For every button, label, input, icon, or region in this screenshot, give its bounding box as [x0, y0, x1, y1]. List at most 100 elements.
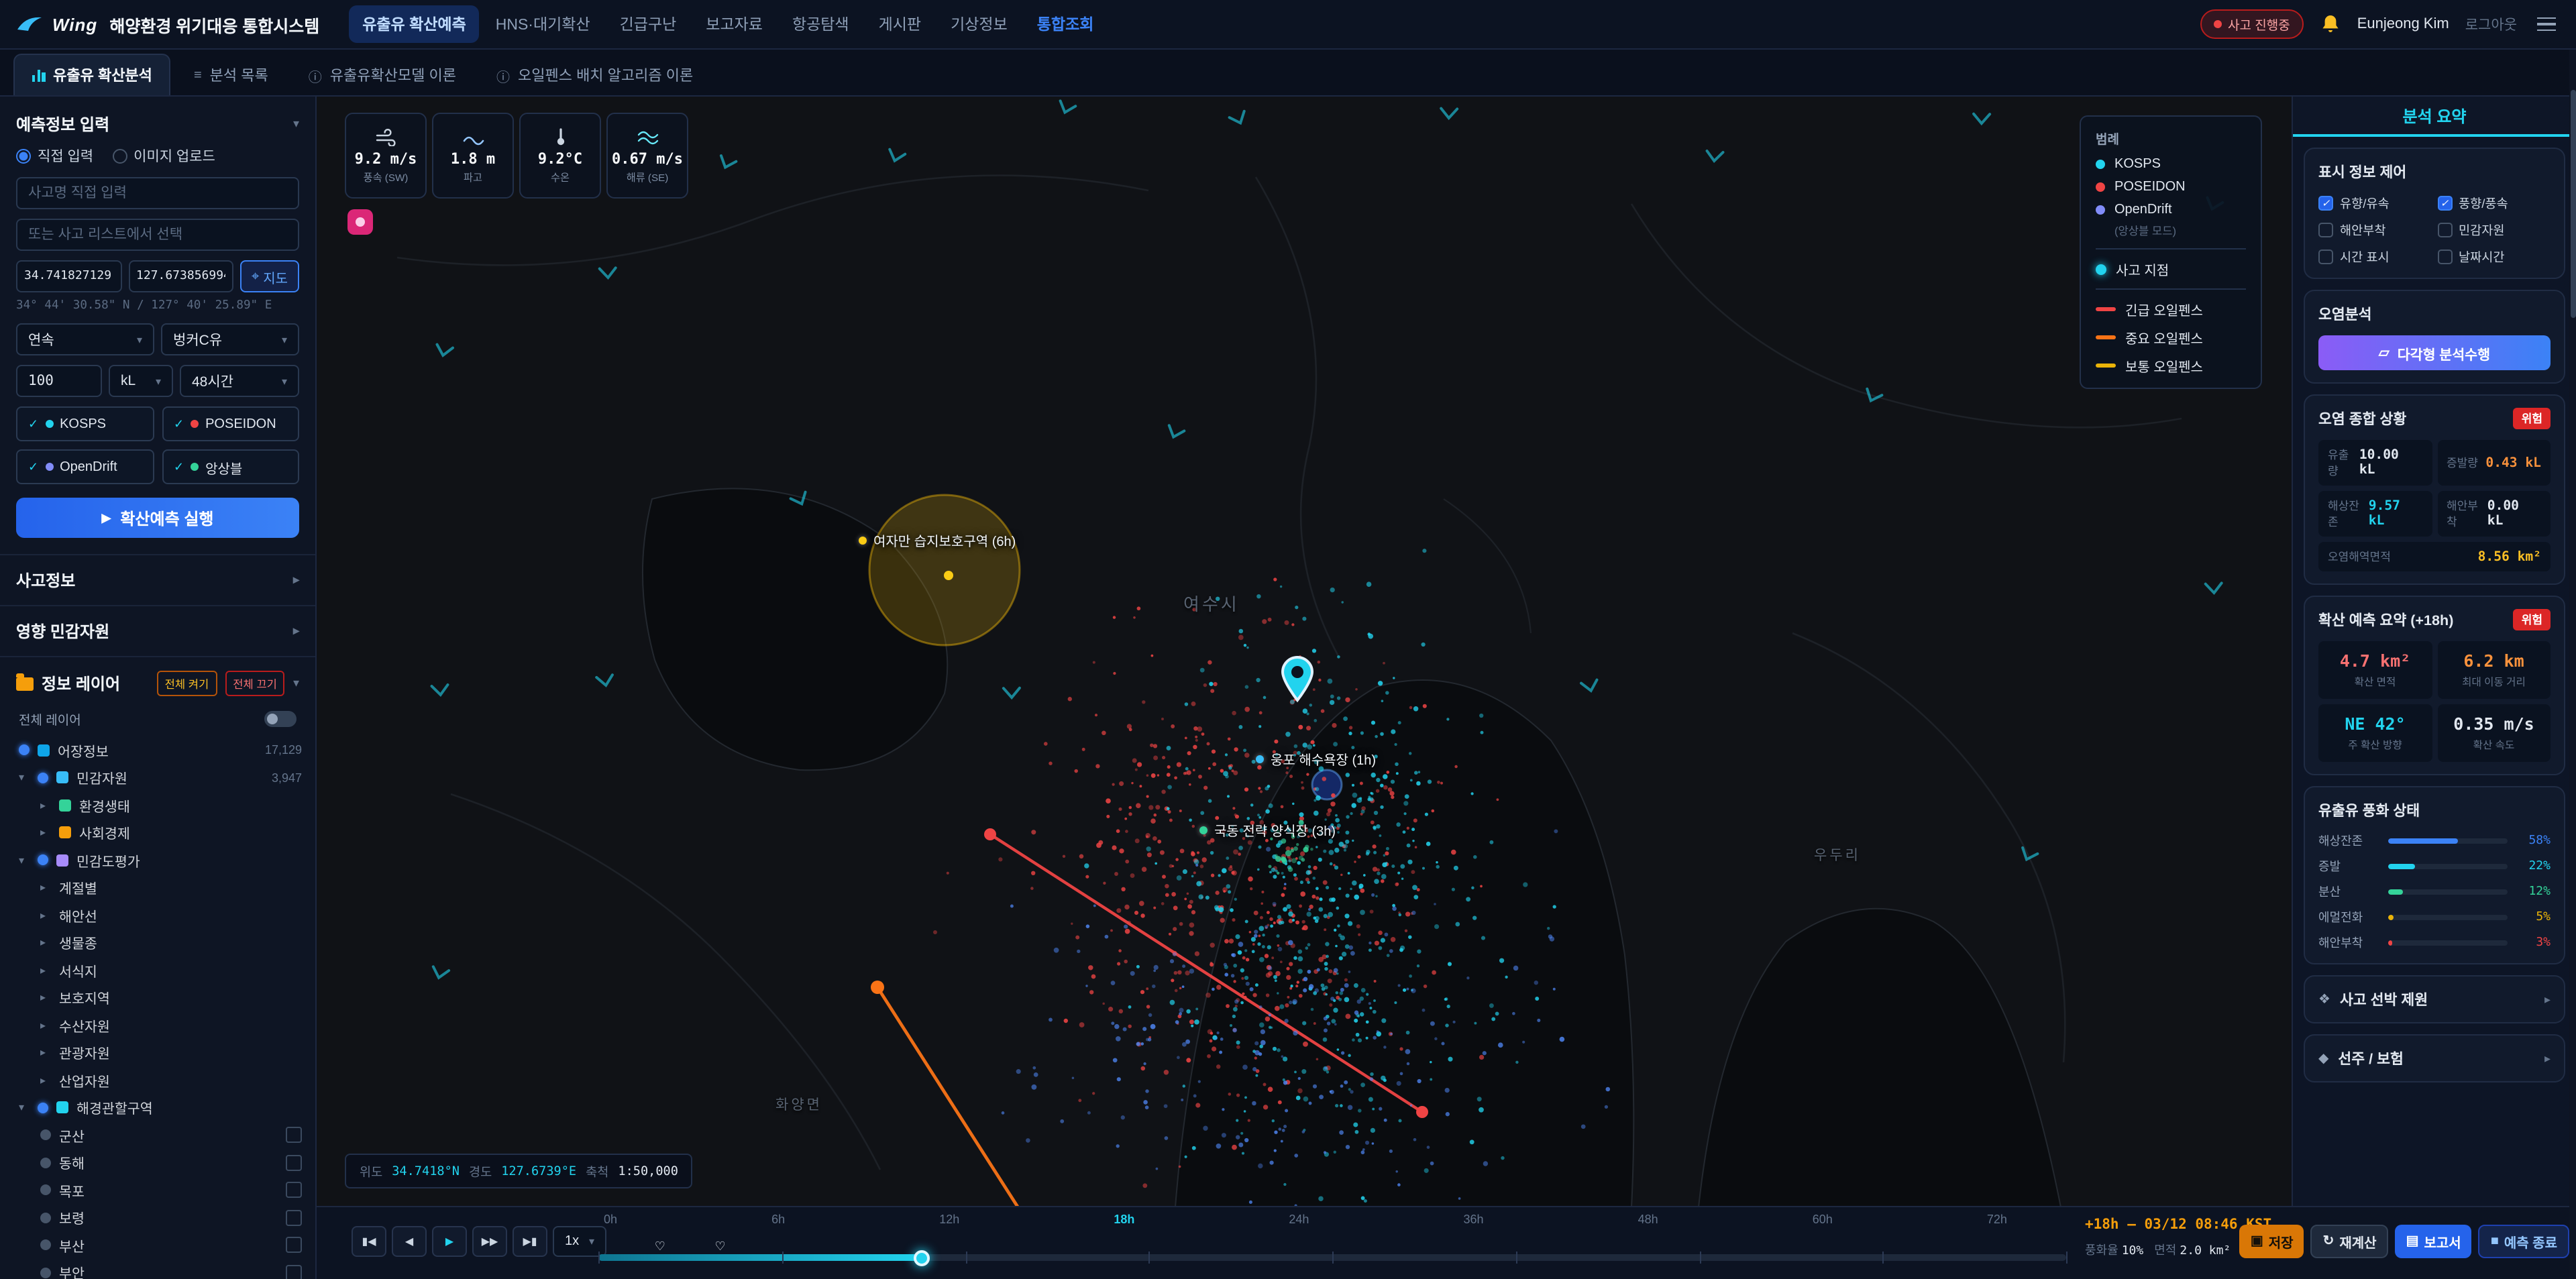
- end-forecast-button[interactable]: ■ 예측 종료: [2478, 1225, 2569, 1258]
- nav-item-aerial-search[interactable]: 항공탐색: [779, 5, 863, 43]
- model-chip-kosps[interactable]: ✓ KOSPS: [16, 406, 154, 441]
- checkbox-sensitive[interactable]: 민감자원: [2437, 220, 2551, 239]
- layer-on-dot[interactable]: [38, 1102, 48, 1113]
- layer-row-eco[interactable]: ▸ 환경생태: [13, 791, 302, 819]
- layer-row-busan[interactable]: 부산: [13, 1231, 302, 1259]
- layer-row-tour-resources[interactable]: ▸ 관광자원: [13, 1039, 302, 1066]
- layer-off-dot[interactable]: [40, 1157, 51, 1168]
- spill-type-select[interactable]: 연속 ▾: [16, 323, 154, 355]
- layer-off-dot[interactable]: [40, 1212, 51, 1223]
- all-layers-toggle[interactable]: [264, 711, 297, 727]
- nav-item-oil-spill-forecast[interactable]: 유출유 확산예측: [349, 5, 480, 43]
- forecast-input-header[interactable]: 예측정보 입력 ▾: [16, 107, 299, 146]
- radio-image-upload[interactable]: 이미지 업로드: [112, 146, 215, 166]
- layer-off-dot[interactable]: [40, 1267, 51, 1278]
- nav-item-hns[interactable]: HNS·대기확산: [482, 5, 604, 43]
- skip-end-button[interactable]: ▶▮: [513, 1226, 547, 1257]
- panel-title[interactable]: 분석 요약: [2293, 97, 2576, 137]
- page-scrollbar[interactable]: [2569, 50, 2576, 1279]
- pick-on-map-button[interactable]: ⌖ 지도: [240, 260, 299, 292]
- latitude-input[interactable]: [16, 260, 121, 292]
- section-impact-resources[interactable]: 영향 민감자원 ▸: [0, 606, 315, 657]
- section-accident-info[interactable]: 사고정보 ▸: [0, 555, 315, 606]
- layer-row-fisheries[interactable]: 어장정보 17,129: [13, 736, 302, 764]
- recalculate-button[interactable]: ↻ 재계산: [2310, 1225, 2389, 1258]
- logout-button[interactable]: 로그아웃: [2465, 14, 2517, 34]
- layer-off-dot[interactable]: [40, 1184, 51, 1196]
- layer-on-dot[interactable]: [19, 744, 30, 756]
- layer-row-mokpo[interactable]: 목포: [13, 1176, 302, 1204]
- region-map-icon[interactable]: [286, 1209, 302, 1226]
- tab-boom-algorithm-theory[interactable]: ⓘ 오일펜스 배치 알고리즘 이론: [479, 55, 710, 95]
- layer-row-sensitivity-eval[interactable]: ▾ 민감도평가: [13, 846, 302, 874]
- model-chip-poseidon[interactable]: ✓ POSEIDON: [162, 406, 299, 441]
- layer-off-dot[interactable]: [40, 1239, 51, 1251]
- checkbox-shoreline[interactable]: 해안부착: [2318, 220, 2432, 239]
- layer-on-dot[interactable]: [38, 854, 48, 866]
- layer-row-boryeong[interactable]: 보령: [13, 1204, 302, 1231]
- checkbox-current[interactable]: 유향/유속: [2318, 193, 2432, 212]
- nav-item-board[interactable]: 게시판: [865, 5, 935, 43]
- nav-item-weather[interactable]: 기상정보: [937, 5, 1021, 43]
- layer-off-dot[interactable]: [40, 1129, 51, 1141]
- checkbox-datetime[interactable]: 날짜시간: [2437, 247, 2551, 266]
- region-map-icon[interactable]: [286, 1182, 302, 1199]
- longitude-input[interactable]: [128, 260, 233, 292]
- nav-item-reports[interactable]: 보고자료: [692, 5, 776, 43]
- layer-row-protected-area[interactable]: ▸ 보호지역: [13, 984, 302, 1011]
- map-canvas[interactable]: 9.2 m/s 풍속 (SW) 1.8 m 파고 9.2°C 수온 0.67 m…: [317, 97, 2292, 1207]
- layer-row-buan[interactable]: 부안: [13, 1259, 302, 1279]
- layer-row-coast-guard-zones[interactable]: ▾ 해경관할구역: [13, 1094, 302, 1121]
- layer-row-coastline[interactable]: ▸ 해안선: [13, 901, 302, 929]
- tab-diffusion-analysis[interactable]: 유출유 확산분석: [13, 54, 171, 95]
- model-chip-ensemble[interactable]: ✓ 앙상블: [162, 449, 299, 484]
- layer-row-donghae[interactable]: 동해: [13, 1149, 302, 1176]
- model-chip-opendrift[interactable]: ✓ OpenDrift: [16, 449, 154, 484]
- tab-diffusion-model-theory[interactable]: ⓘ 유출유확산모델 이론: [291, 55, 474, 95]
- layer-row-fishery-resources[interactable]: ▸ 수산자원: [13, 1011, 302, 1039]
- time-slider[interactable]: ♡ ♡: [598, 1239, 2068, 1266]
- scrollbar-thumb[interactable]: [2570, 90, 2575, 318]
- nav-item-rescue[interactable]: 긴급구난: [606, 5, 690, 43]
- report-button[interactable]: ▤ 보고서: [2395, 1225, 2472, 1258]
- slider-track[interactable]: ♡ ♡: [598, 1239, 2068, 1266]
- save-button[interactable]: ▣ 저장: [2239, 1225, 2304, 1258]
- vessel-info-card[interactable]: ❖ 사고 선박 제원 ▸: [2304, 975, 2565, 1023]
- layer-row-gunsan[interactable]: 군산: [13, 1121, 302, 1149]
- duration-select[interactable]: 48시간 ▾: [180, 365, 299, 397]
- layer-row-industry-resources[interactable]: ▸ 산업자원: [13, 1066, 302, 1094]
- layer-row-habitat[interactable]: ▸ 서식지: [13, 956, 302, 984]
- tab-analysis-list[interactable]: ≡ 분석 목록: [176, 55, 286, 95]
- layer-row-seasonal[interactable]: ▸ 계절별: [13, 874, 302, 901]
- layer-row-sensitive-resources[interactable]: ▾ 민감자원 3,947: [13, 764, 302, 791]
- region-map-icon[interactable]: [286, 1127, 302, 1144]
- polygon-analysis-button[interactable]: ▱ 다각형 분석수행: [2318, 335, 2551, 370]
- layer-on-dot[interactable]: [38, 772, 48, 783]
- region-map-icon[interactable]: [286, 1237, 302, 1254]
- play-button[interactable]: ▶: [432, 1226, 467, 1257]
- fast-forward-button[interactable]: ▶▶: [472, 1226, 507, 1257]
- incident-location-pin[interactable]: [1279, 655, 1316, 710]
- app-logo[interactable]: Wing 해양환경 위기대응 통합시스템: [16, 11, 319, 37]
- oil-type-select[interactable]: 벙커C유 ▾: [161, 323, 299, 355]
- radio-direct-input[interactable]: 직접 입력: [16, 146, 93, 166]
- checkbox-time[interactable]: 시간 표시: [2318, 247, 2432, 266]
- accident-name-input[interactable]: [16, 177, 299, 209]
- step-back-button[interactable]: ◀: [392, 1226, 427, 1257]
- map-style-toggle-button[interactable]: [347, 209, 373, 235]
- notification-bell-icon[interactable]: [2320, 13, 2341, 35]
- layer-row-species[interactable]: ▸ 생물종: [13, 929, 302, 956]
- layers-all-off-button[interactable]: 전체 끄기: [225, 671, 285, 696]
- region-map-icon[interactable]: [286, 1264, 302, 1279]
- unit-select[interactable]: kL ▾: [109, 365, 173, 397]
- layer-row-socioeconomic[interactable]: ▸ 사회경제: [13, 819, 302, 846]
- accident-list-input[interactable]: [16, 219, 299, 251]
- run-forecast-button[interactable]: ▶ 확산예측 실행: [16, 498, 299, 538]
- nav-item-integrated-search[interactable]: 통합조회: [1024, 5, 1108, 43]
- owner-insurance-card[interactable]: ◆ 선주 / 보험 ▸: [2304, 1034, 2565, 1082]
- region-map-icon[interactable]: [286, 1154, 302, 1171]
- skip-start-button[interactable]: ▮◀: [352, 1226, 386, 1257]
- hamburger-menu-icon[interactable]: [2533, 13, 2560, 36]
- layers-all-on-button[interactable]: 전체 켜기: [156, 671, 217, 696]
- checkbox-wind[interactable]: 풍향/풍속: [2437, 193, 2551, 212]
